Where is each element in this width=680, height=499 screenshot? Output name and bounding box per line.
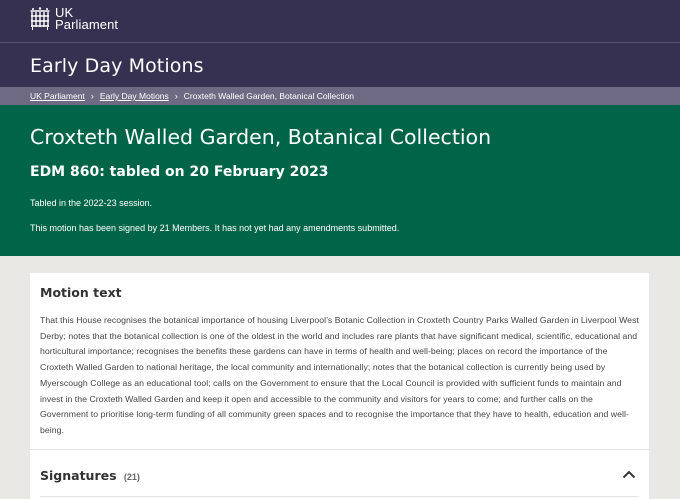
session-text: Tabled in the 2022-23 session.: [30, 198, 153, 208]
motion-text-heading: Motion text: [40, 285, 122, 300]
motion-text-body: That this House recognises the botanical…: [40, 315, 639, 435]
section-header: Early Day Motions: [0, 43, 680, 87]
breadcrumb: UK Parliament › Early Day Motions › Crox…: [0, 87, 680, 105]
section-title[interactable]: Early Day Motions: [30, 55, 204, 77]
chevron-right-icon: ›: [174, 91, 178, 101]
chevron-up-icon[interactable]: [622, 469, 636, 479]
page-title: Croxteth Walled Garden, Botanical Collec…: [30, 125, 492, 149]
breadcrumb-link-uk-parliament[interactable]: UK Parliament: [30, 91, 85, 101]
breadcrumb-link-early-day-motions[interactable]: Early Day Motions: [100, 91, 169, 101]
signatures-divider: [40, 496, 639, 497]
motion-header: Croxteth Walled Garden, Botanical Collec…: [0, 105, 680, 256]
signatures-label: Signatures: [40, 468, 117, 483]
top-bar: UK Parliament: [0, 0, 680, 43]
logo-line-parliament: Parliament: [55, 17, 119, 32]
chevron-right-icon: ›: [90, 91, 94, 101]
logo-text: UK Parliament: [55, 6, 119, 32]
signed-text: This motion has been signed by 21 Member…: [30, 223, 400, 233]
signatures-heading[interactable]: Signatures (21): [40, 468, 140, 483]
uk-parliament-logo[interactable]: UK Parliament: [30, 6, 119, 32]
signatures-count: (21): [123, 472, 140, 482]
breadcrumb-current: Croxteth Walled Garden, Botanical Collec…: [183, 91, 355, 101]
edm-tabled-line: EDM 860: tabled on 20 February 2023: [30, 164, 329, 180]
portcullis-icon: [30, 7, 50, 30]
signatures-section[interactable]: Signatures (21): [30, 449, 649, 499]
